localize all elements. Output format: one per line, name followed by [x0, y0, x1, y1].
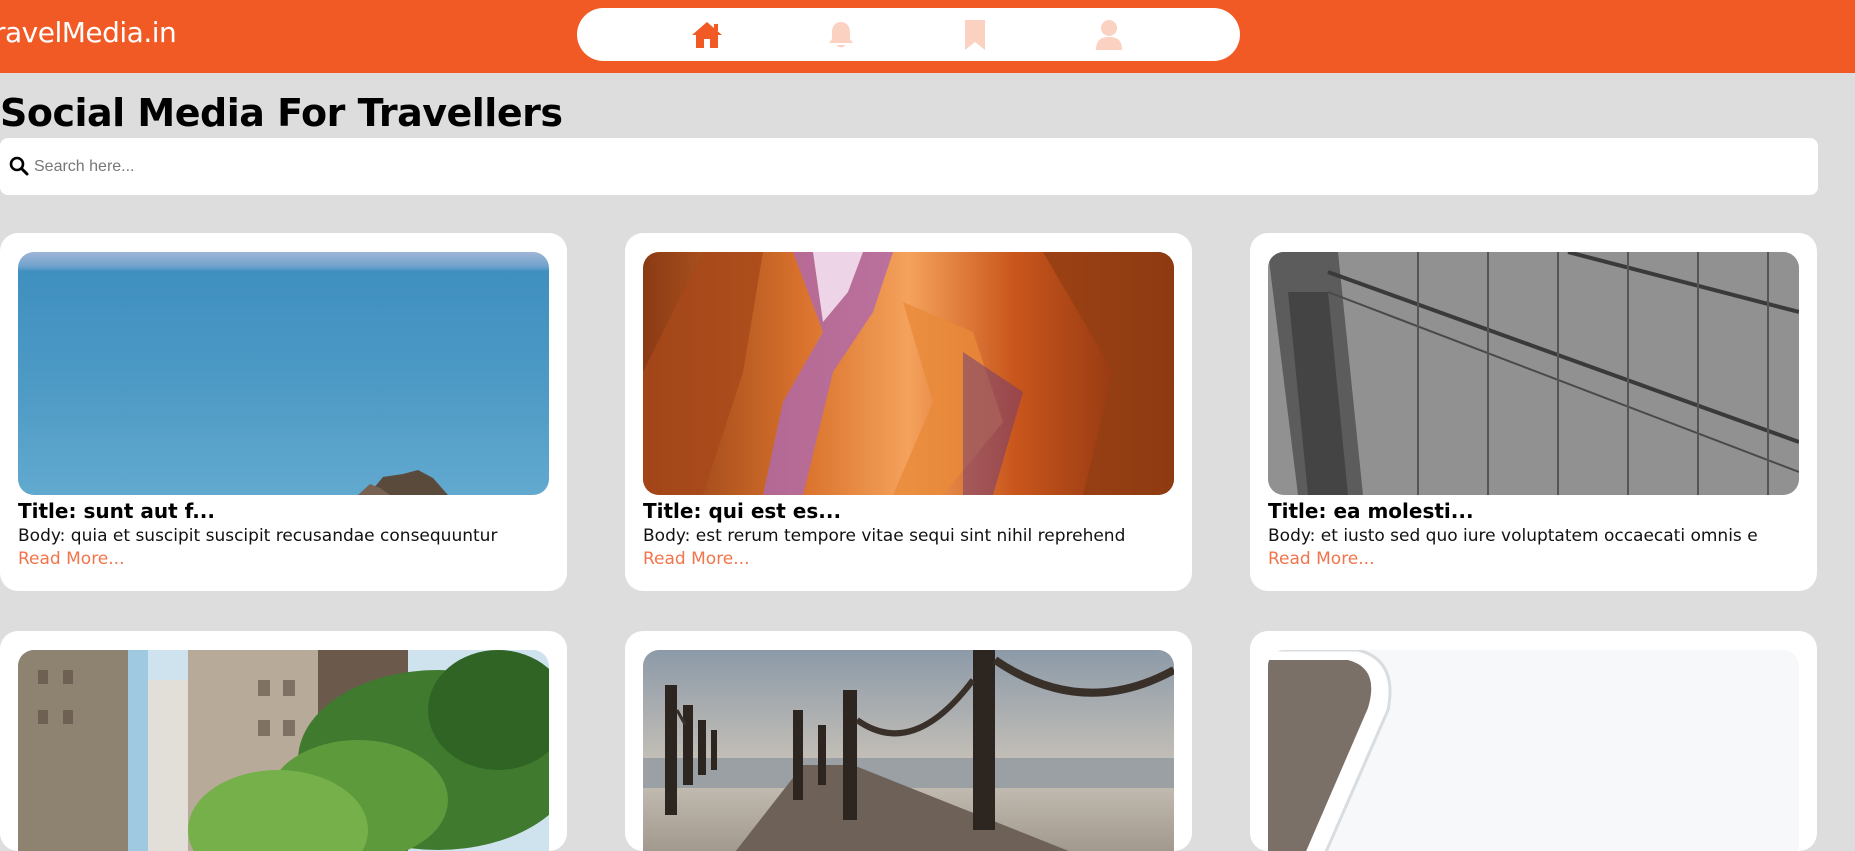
post-image-canyon[interactable] [643, 252, 1174, 495]
post-body: Body: quia et suscipit suscipit recusand… [18, 526, 498, 546]
post-image-city-street[interactable] [18, 650, 549, 851]
post-image-bridge[interactable] [1268, 252, 1799, 495]
post-card: Title: ea molesti... Body: et iusto sed … [1250, 233, 1817, 591]
top-navbar: ravelMedia.in [0, 0, 1855, 73]
read-more-link[interactable]: Read More... [18, 549, 124, 569]
search-input[interactable] [32, 150, 1796, 184]
search-bar[interactable] [0, 138, 1818, 195]
nav-home-button[interactable] [687, 16, 727, 54]
brand-logo-text[interactable]: ravelMedia.in [0, 16, 177, 49]
post-image-boat[interactable] [1268, 650, 1799, 851]
post-card: Title: qui est es... Body: est rerum tem… [625, 233, 1192, 591]
post-card [625, 631, 1192, 851]
read-more-link[interactable]: Read More... [643, 549, 749, 569]
bookmark-icon [965, 20, 985, 50]
read-more-link[interactable]: Read More... [1268, 549, 1374, 569]
nav-notifications-button[interactable] [821, 16, 861, 54]
nav-profile-button[interactable] [1089, 16, 1129, 54]
nav-bookmarks-button[interactable] [955, 16, 995, 54]
home-icon [692, 22, 722, 48]
post-title: Title: sunt aut f... [18, 499, 216, 523]
nav-pill [577, 8, 1240, 61]
post-title: Title: qui est es... [643, 499, 842, 523]
post-title: Title: ea molesti... [1268, 499, 1474, 523]
page-title: Social Media For Travellers [0, 91, 563, 135]
post-body: Body: et iusto sed quo iure voluptatem o… [1268, 526, 1758, 546]
post-card [0, 631, 567, 851]
post-card [1250, 631, 1817, 851]
post-image-pier[interactable] [643, 650, 1174, 851]
post-image-sea[interactable] [18, 252, 549, 495]
search-icon [9, 156, 29, 176]
post-card: Title: sunt aut f... Body: quia et susci… [0, 233, 567, 591]
user-icon [1096, 20, 1122, 50]
post-body: Body: est rerum tempore vitae sequi sint… [643, 526, 1126, 546]
bell-icon [829, 22, 853, 48]
